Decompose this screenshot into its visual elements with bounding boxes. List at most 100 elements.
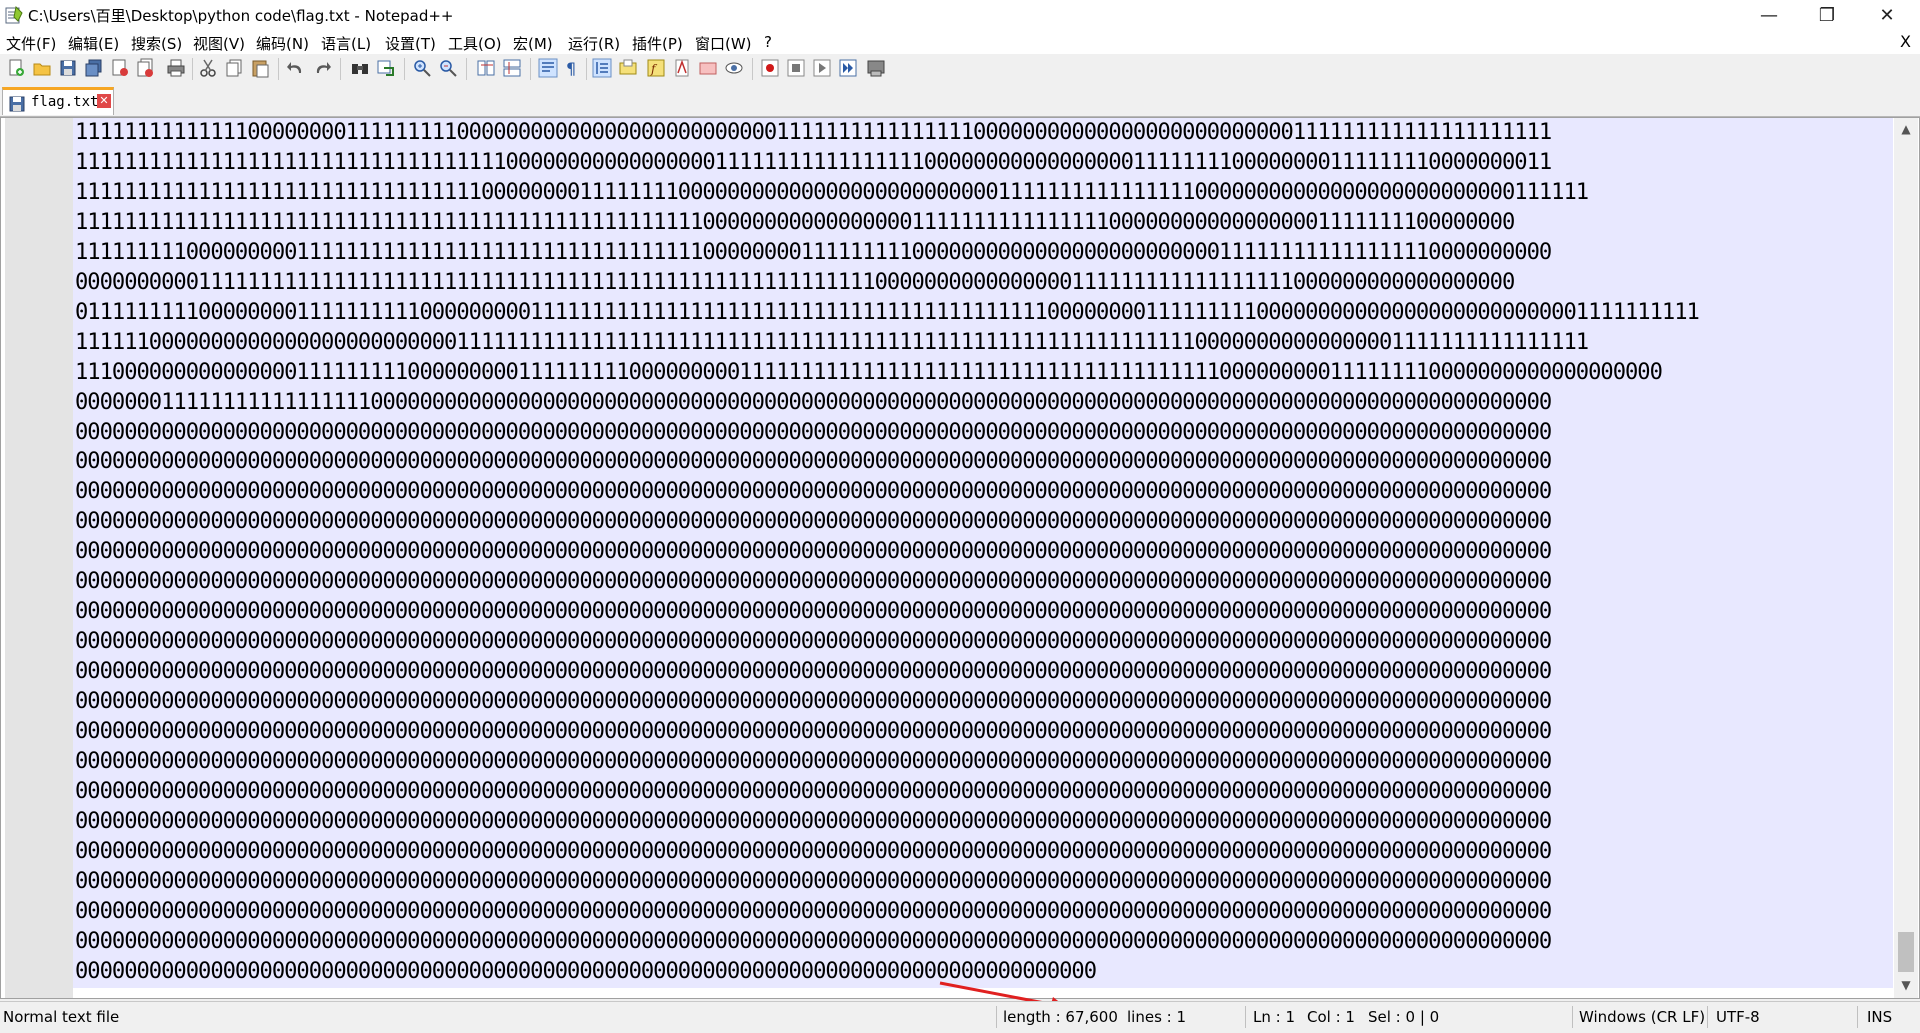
notepadpp-app-icon[interactable] (4, 5, 24, 25)
menu-run[interactable]: 运行(R) (568, 33, 620, 54)
menu-view[interactable]: 视图(V) (193, 33, 245, 54)
save-all-icon[interactable] (84, 58, 104, 78)
minimize-button[interactable]: — (1740, 0, 1798, 30)
open-file-icon[interactable] (32, 58, 52, 78)
find-icon[interactable] (350, 58, 370, 78)
toolbar-separator (278, 58, 279, 80)
line-number-margin (5, 118, 73, 998)
scrollbar-thumb[interactable] (1898, 932, 1914, 972)
toolbar: ¶ f (0, 54, 1920, 84)
text-line: 0000000000111111111111111111111111111111… (75, 268, 1515, 295)
status-length: length : 67,600 (1003, 1008, 1118, 1026)
folder-as-workspace-icon[interactable] (672, 58, 692, 78)
text-line: 0111111111000000001111111111000000000111… (75, 298, 1700, 325)
text-line: 0000000000000000000000000000000000000000… (75, 748, 1552, 775)
function-list-icon[interactable]: f (646, 58, 666, 78)
text-line: 0000000000000000000000000000000000000000… (75, 718, 1552, 745)
undo-icon[interactable] (286, 58, 306, 78)
menu-file[interactable]: 文件(F) (6, 33, 56, 54)
maximize-button[interactable]: ❐ (1798, 0, 1856, 30)
status-encoding[interactable]: UTF-8 (1716, 1008, 1760, 1026)
stop-macro-icon[interactable] (786, 58, 806, 78)
paste-icon[interactable] (250, 58, 270, 78)
sync-horizontal-icon[interactable] (502, 58, 522, 78)
menu-settings[interactable]: 设置(T) (385, 33, 436, 54)
document-list-icon[interactable] (698, 58, 718, 78)
menu-bar: 文件(F) 编辑(E) 搜索(S) 视图(V) 编码(N) 语言(L) 设置(T… (0, 30, 1920, 54)
text-line: 0000000111111111111111110000000000000000… (75, 388, 1552, 415)
menu-plugins[interactable]: 插件(P) (632, 33, 683, 54)
title-bar: C:\Users\百里\Desktop\python code\flag.txt… (0, 0, 1920, 30)
close-window-button[interactable]: ✕ (1858, 0, 1916, 30)
menu-encoding[interactable]: 编码(N) (256, 33, 309, 54)
status-col: Col : 1 (1307, 1008, 1355, 1026)
toolbar-separator (404, 58, 405, 80)
document-map-icon[interactable] (618, 58, 638, 78)
text-line: 0000000000000000000000000000000000000000… (75, 538, 1552, 565)
text-line: 0000000000000000000000000000000000000000… (75, 418, 1552, 445)
monitoring-icon[interactable] (724, 58, 744, 78)
text-line: 0000000000000000000000000000000000000000… (75, 568, 1552, 595)
menu-window[interactable]: 窗口(W) (695, 33, 752, 54)
text-line: 0000000000000000000000000000000000000000… (75, 478, 1552, 505)
vertical-scrollbar[interactable]: ▲ ▼ (1894, 118, 1918, 998)
close-all-icon[interactable] (136, 58, 156, 78)
zoom-in-icon[interactable] (412, 58, 432, 78)
copy-icon[interactable] (224, 58, 244, 78)
status-insert-mode[interactable]: INS (1867, 1008, 1892, 1026)
zoom-out-icon[interactable] (438, 58, 458, 78)
text-line: 1110000000000000001111111110000000001111… (75, 358, 1663, 385)
cut-icon[interactable] (198, 58, 218, 78)
redo-icon[interactable] (312, 58, 332, 78)
text-line: 0000000000000000000000000000000000000000… (75, 598, 1552, 625)
text-line: 1111111111111111111111111111111110000000… (75, 178, 1589, 205)
scroll-up-arrow-icon[interactable]: ▲ (1894, 118, 1918, 140)
menu-search[interactable]: 搜索(S) (131, 33, 182, 54)
word-wrap-icon[interactable] (538, 58, 558, 78)
text-line: 0000000000000000000000000000000000000000… (75, 777, 1552, 804)
status-ln: Ln : 1 (1253, 1008, 1295, 1026)
tab-close-icon[interactable]: ✕ (97, 94, 111, 108)
status-eol[interactable]: Windows (CR LF) (1579, 1008, 1705, 1026)
text-line: 0000000000000000000000000000000000000000… (75, 807, 1552, 834)
save-macro-icon[interactable] (866, 58, 886, 78)
toolbar-separator (752, 58, 753, 80)
text-area[interactable]: 1111111111111100000000111111111000000000… (73, 118, 1893, 988)
status-divider (1707, 1006, 1708, 1028)
close-document-button[interactable]: X (1900, 32, 1911, 51)
text-line: 0000000000000000000000000000000000000000… (75, 867, 1552, 894)
play-macro-icon[interactable] (812, 58, 832, 78)
text-line: 0000000000000000000000000000000000000000… (75, 448, 1552, 475)
menu-help[interactable]: ? (764, 33, 772, 51)
text-line: 1111111111111100000000111111111000000000… (75, 119, 1552, 145)
menu-tools[interactable]: 工具(O) (448, 33, 502, 54)
svg-text:¶: ¶ (566, 59, 576, 78)
toolbar-separator (340, 58, 341, 80)
indent-guide-icon[interactable] (592, 58, 612, 78)
print-icon[interactable] (166, 58, 186, 78)
status-divider (996, 1006, 997, 1028)
window-title: C:\Users\百里\Desktop\python code\flag.txt… (28, 7, 454, 25)
save-icon[interactable] (58, 58, 78, 78)
status-file-type: Normal text file (3, 1008, 120, 1026)
editor-pane[interactable]: 1111111111111100000000111111111000000000… (0, 117, 1920, 999)
sync-vertical-icon[interactable] (476, 58, 496, 78)
record-macro-icon[interactable] (760, 58, 780, 78)
close-icon[interactable] (110, 58, 130, 78)
toolbar-separator (192, 58, 193, 80)
tab-flag-txt[interactable]: flag.txt ✕ (2, 87, 114, 115)
saved-file-icon (9, 96, 25, 112)
new-file-icon[interactable] (6, 58, 26, 78)
text-line: 0000000000000000000000000000000000000000… (75, 508, 1552, 535)
tab-label: flag.txt (31, 94, 99, 110)
scroll-down-arrow-icon[interactable]: ▼ (1894, 974, 1918, 996)
show-all-characters-icon[interactable]: ¶ (562, 58, 582, 78)
status-bar: Normal text file length : 67,600 lines :… (0, 1001, 1920, 1033)
run-macro-multiple-icon[interactable] (838, 58, 858, 78)
text-line: 1111110000000000000000000000000111111111… (75, 328, 1589, 355)
menu-macro[interactable]: 宏(M) (513, 33, 553, 54)
replace-icon[interactable] (376, 58, 396, 78)
text-line: 0000000000000000000000000000000000000000… (75, 628, 1552, 655)
menu-language[interactable]: 语言(L) (321, 33, 371, 54)
menu-edit[interactable]: 编辑(E) (68, 33, 119, 54)
